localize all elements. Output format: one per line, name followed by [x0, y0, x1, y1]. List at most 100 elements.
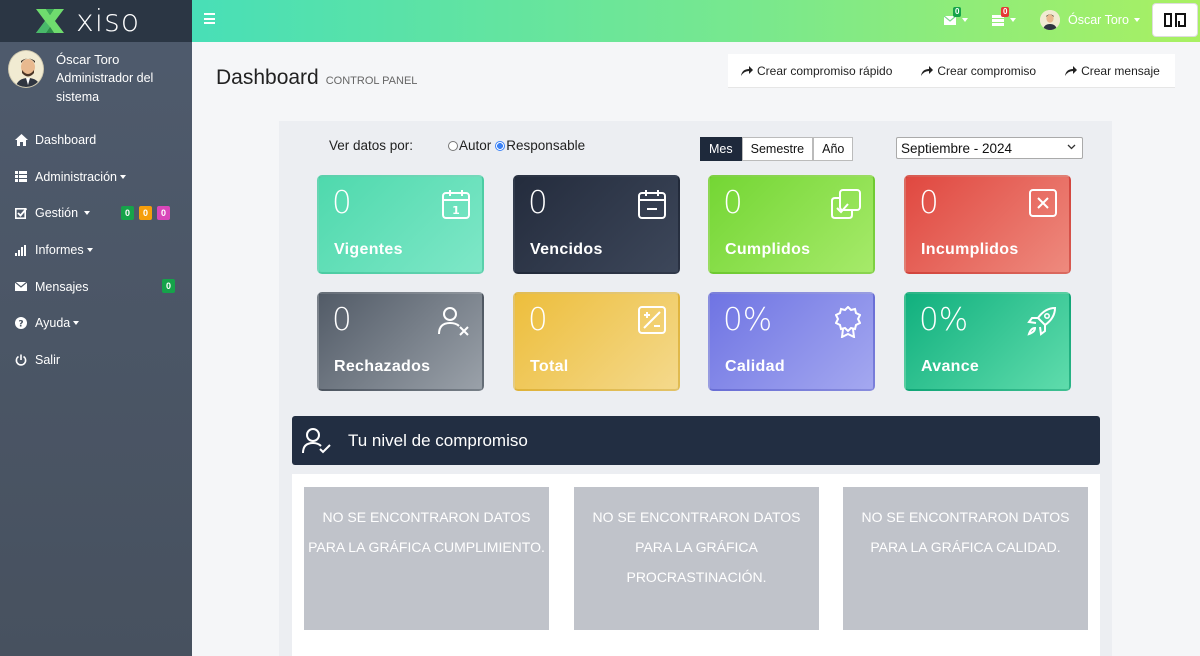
- user-name: Óscar Toro: [56, 52, 120, 67]
- radio-author-label[interactable]: Autor: [459, 138, 491, 153]
- quick-actions-bar: Crear compromiso rápido Crear compromiso…: [728, 54, 1175, 88]
- period-year-button[interactable]: Año: [813, 137, 854, 161]
- sidebar-item-label: Mensajes: [35, 279, 89, 294]
- caret-down-icon: [86, 248, 93, 253]
- card-vencidos[interactable]: 0 Vencidos: [513, 175, 680, 274]
- card-value: 0%: [919, 302, 969, 338]
- card-rechazados[interactable]: 0 Rechazados: [317, 292, 484, 391]
- page-title-text: Dashboard: [216, 66, 319, 89]
- card-label: Vencidos: [530, 241, 603, 258]
- page-title: Dashboard CONTROL PANEL: [216, 66, 417, 90]
- sidebar-item-dashboard[interactable]: Dashboard: [0, 122, 192, 159]
- svg-text:1: 1: [452, 204, 460, 217]
- app-switch-button[interactable]: [1153, 4, 1197, 36]
- card-label: Calidad: [725, 358, 785, 375]
- user-panel: Óscar Toro Administrador del sistema: [0, 42, 192, 104]
- envelope-icon: [14, 280, 28, 294]
- month-select-value: Septiembre - 2024: [901, 140, 1013, 156]
- chart-cumplimiento-empty: NO SE ENCONTRARON DATOS PARA LA GRÁFICA …: [304, 487, 549, 630]
- card-calidad[interactable]: 0% Calidad: [708, 292, 875, 391]
- card-value: 0: [723, 185, 743, 221]
- caret-down-icon: [119, 174, 126, 179]
- mail-count-badge: 0: [953, 7, 962, 17]
- create-quick-commitment-label: Crear compromiso rápido: [757, 63, 893, 78]
- badge-green: 0: [162, 279, 176, 294]
- card-total[interactable]: 0 Total: [513, 292, 680, 391]
- sidebar-menu: Dashboard Administración Gestión 0 0 0 I…: [0, 122, 192, 378]
- calendar-minus-icon: [638, 190, 666, 219]
- avatar: [1040, 10, 1060, 30]
- card-label: Avance: [921, 358, 980, 375]
- avatar: [8, 50, 45, 88]
- sidebar-item-label: Ayuda: [35, 316, 71, 331]
- sidebar-item-informes[interactable]: Informes: [0, 232, 192, 269]
- sidebar-item-label: Informes: [35, 243, 84, 258]
- create-quick-commitment-link[interactable]: Crear compromiso rápido: [741, 64, 892, 78]
- mail-notifications[interactable]: 0: [943, 7, 968, 31]
- card-value: 0: [919, 185, 939, 221]
- view-by-radio-group: Autor Responsable: [448, 138, 585, 153]
- sidebar-item-administracion[interactable]: Administración: [0, 159, 192, 196]
- share-arrow-icon: [1065, 66, 1078, 76]
- charts-area: NO SE ENCONTRARON DATOS PARA LA GRÁFICA …: [292, 474, 1100, 656]
- radio-responsible-label[interactable]: Responsable: [506, 138, 585, 153]
- home-icon: [14, 133, 28, 147]
- month-select[interactable]: Septiembre - 2024: [896, 137, 1083, 159]
- svg-text:?: ?: [18, 320, 23, 330]
- checkbox-icon: [14, 206, 28, 220]
- question-icon: ?: [14, 316, 28, 330]
- top-navbar: 0 0 Óscar Toro: [192, 0, 1200, 42]
- caret-down-icon: [73, 321, 80, 326]
- user-check-icon: [302, 427, 331, 453]
- create-commitment-link[interactable]: Crear compromiso: [921, 64, 1036, 78]
- card-value: 0: [332, 185, 352, 221]
- badge-green: 0: [121, 206, 135, 221]
- commitment-title: Tu nivel de compromiso: [348, 430, 528, 450]
- envelope-icon: [943, 15, 957, 25]
- card-vigentes[interactable]: 0 Vigentes 1: [317, 175, 484, 274]
- badge-orange: 0: [139, 206, 153, 221]
- create-message-link[interactable]: Crear mensaje: [1065, 64, 1160, 78]
- sidebar-item-gestion[interactable]: Gestión 0 0 0: [0, 195, 192, 232]
- create-message-label: Crear mensaje: [1081, 63, 1160, 78]
- filter-label: Ver datos por:: [329, 138, 413, 153]
- card-value: 0: [332, 302, 352, 338]
- bar-chart-icon: [14, 243, 28, 257]
- sidebar-item-ayuda[interactable]: ? Ayuda: [0, 305, 192, 342]
- period-toggle: Mes Semestre Año: [700, 137, 854, 161]
- chart-procrastinacion-empty: NO SE ENCONTRARON DATOS PARA LA GRÁFICA …: [574, 487, 819, 630]
- gestion-badges: 0 0 0: [121, 206, 171, 221]
- card-label: Cumplidos: [725, 241, 811, 258]
- menu-toggle-icon[interactable]: [204, 13, 215, 24]
- logo-icon[interactable]: [34, 5, 66, 37]
- tasks-notifications[interactable]: 0: [992, 7, 1016, 31]
- period-semester-button[interactable]: Semestre: [741, 137, 814, 161]
- sidebar-item-mensajes[interactable]: Mensajes 0: [0, 268, 192, 305]
- calendar-one-icon: 1: [442, 190, 470, 219]
- radio-author[interactable]: [448, 140, 458, 151]
- copy-check-icon: [831, 189, 861, 219]
- card-incumplidos[interactable]: 0 Incumplidos: [904, 175, 1071, 274]
- sidebar-item-label: Dashboard: [35, 133, 97, 148]
- caret-down-icon: [1133, 18, 1140, 22]
- sidebar-item-label: Salir: [35, 352, 61, 367]
- chart-calidad-empty: NO SE ENCONTRARON DATOS PARA LA GRÁFICA …: [843, 487, 1088, 630]
- card-label: Total: [530, 358, 569, 375]
- chevron-down-icon: [1067, 144, 1076, 150]
- card-label: Vigentes: [334, 241, 403, 258]
- card-value: 0: [528, 185, 548, 221]
- card-cumplidos[interactable]: 0 Cumplidos: [708, 175, 875, 274]
- card-value: 0: [528, 302, 548, 338]
- period-month-button[interactable]: Mes: [700, 137, 742, 161]
- caret-down-icon: [962, 18, 968, 22]
- user-x-icon: [438, 307, 469, 336]
- power-icon: [14, 353, 28, 367]
- user-menu[interactable]: Óscar Toro: [1040, 10, 1140, 30]
- rocket-icon: [1027, 306, 1057, 336]
- card-avance[interactable]: 0% Avance: [904, 292, 1071, 391]
- tasks-count-badge: 0: [1001, 7, 1010, 17]
- user-role: Administrador del sistema: [56, 71, 154, 104]
- card-value: 0%: [723, 302, 773, 338]
- radio-responsible[interactable]: [495, 140, 506, 151]
- sidebar-item-salir[interactable]: Salir: [0, 342, 192, 379]
